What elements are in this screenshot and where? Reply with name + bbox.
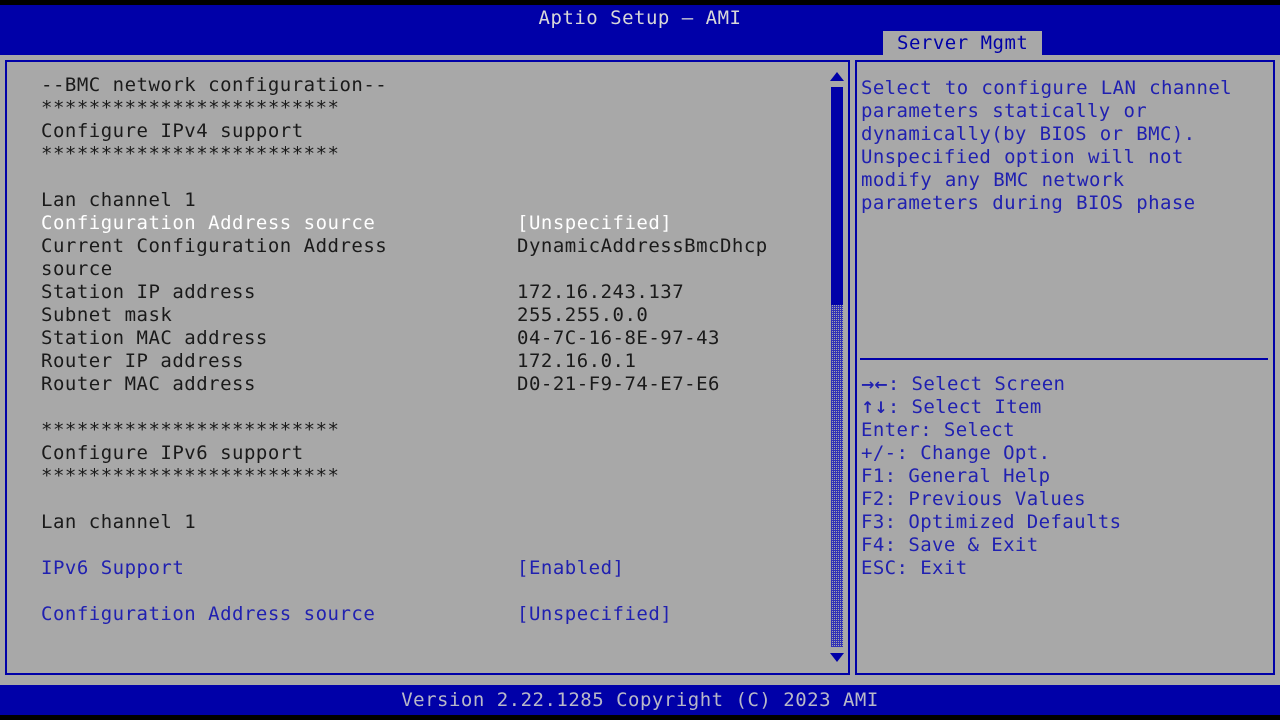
settings-row-label: Configuration Address source	[41, 603, 376, 625]
settings-row: *************************	[41, 465, 831, 488]
settings-row-value: DynamicAddressBmcDhcp	[517, 235, 768, 257]
key-legend-text: Enter: Select	[861, 419, 1015, 441]
settings-row-label: --BMC network configuration--	[41, 74, 388, 96]
settings-row-label: Lan channel 1	[41, 511, 197, 533]
settings-row-label: *************************	[41, 143, 340, 165]
key-legend: →←: Select Screen ↑↓: Select Item Enter: S…	[861, 373, 1261, 580]
settings-row: Station MAC address 04-7C-16-8E-97-43	[41, 327, 831, 350]
settings-row: --BMC network configuration--	[41, 74, 831, 97]
key-legend-text: F4: Save & Exit	[861, 534, 1039, 556]
settings-row-list: --BMC network configuration-- ***********…	[7, 62, 848, 673]
settings-row-value[interactable]: [Enabled]	[517, 557, 624, 580]
settings-row: Configure IPv6 support	[41, 442, 831, 465]
tab-server-mgmt[interactable]: Server Mgmt	[883, 31, 1043, 55]
key-legend-item: ↑↓: Select Item	[861, 396, 1261, 419]
key-legend-item: F2: Previous Values	[861, 488, 1261, 511]
scrollbar-thumb[interactable]	[831, 87, 843, 305]
help-description: Select to configure LAN channel paramete…	[861, 77, 1233, 214]
arrow-keys-icon: ↑↓	[861, 398, 888, 417]
key-legend-item: +/-: Change Opt.	[861, 442, 1261, 465]
settings-row-label: Station MAC address	[41, 327, 268, 349]
settings-row: source	[41, 258, 831, 281]
settings-scrollbar[interactable]	[828, 68, 846, 666]
key-legend-text: ESC: Exit	[861, 557, 968, 579]
app-title: Aptio Setup – AMI	[538, 7, 742, 29]
settings-row-value[interactable]: [Unspecified]	[517, 212, 672, 235]
key-legend-item: F3: Optimized Defaults	[861, 511, 1261, 534]
bios-setup-screen: Aptio Setup – AMI Server Mgmt --BMC netw…	[0, 0, 1280, 720]
settings-row-label: *************************	[41, 419, 340, 441]
scroll-up-arrow-icon[interactable]	[830, 72, 844, 81]
settings-row-label: Configuration Address source	[41, 212, 376, 234]
tab-bar: Server Mgmt	[0, 31, 1280, 55]
settings-row-label: Lan channel 1	[41, 189, 197, 211]
settings-row[interactable]: IPv6 Support [Enabled]	[41, 557, 831, 580]
key-legend-text: F3: Optimized Defaults	[861, 511, 1122, 533]
version-text: Version 2.22.1285 Copyright (C) 2023 AMI	[401, 689, 879, 711]
key-legend-text: F2: Previous Values	[861, 488, 1086, 510]
settings-row-label: Current Configuration Address	[41, 235, 388, 257]
title-bar: Aptio Setup – AMI	[0, 5, 1280, 31]
settings-row-label: Router MAC address	[41, 373, 256, 395]
settings-row-label: Router IP address	[41, 350, 244, 372]
key-legend-item: Enter: Select	[861, 419, 1261, 442]
settings-row-label: Station IP address	[41, 281, 256, 303]
help-panel: Select to configure LAN channel paramete…	[855, 60, 1275, 675]
key-legend-item: →←: Select Screen	[861, 373, 1261, 396]
settings-row-value: 172.16.0.1	[517, 350, 637, 372]
settings-row-value: 255.255.0.0	[517, 304, 649, 326]
key-legend-text: : Select Item	[887, 396, 1042, 418]
bottom-black-strip	[0, 715, 1280, 720]
settings-row-value: D0-21-F9-74-E7-E6	[517, 373, 720, 395]
settings-row: Subnet mask 255.255.0.0	[41, 304, 831, 327]
settings-row: Router MAC address D0-21-F9-74-E7-E6	[41, 373, 831, 396]
key-legend-item: F1: General Help	[861, 465, 1261, 488]
help-divider	[860, 358, 1268, 360]
settings-row-value[interactable]: [Unspecified]	[517, 603, 672, 626]
settings-row: Lan channel 1	[41, 189, 831, 212]
settings-row-value: 172.16.243.137	[517, 281, 685, 303]
footer-bar: Version 2.22.1285 Copyright (C) 2023 AMI	[0, 685, 1280, 715]
settings-row-label: Configure IPv6 support	[41, 442, 304, 464]
settings-row: Station IP address 172.16.243.137	[41, 281, 831, 304]
settings-row-label: *************************	[41, 97, 340, 119]
key-legend-item: F4: Save & Exit	[861, 534, 1261, 557]
settings-row: *************************	[41, 419, 831, 442]
settings-row-label: source	[41, 258, 113, 280]
settings-row: *************************	[41, 143, 831, 166]
settings-row: *************************	[41, 97, 831, 120]
settings-row: Configure IPv4 support	[41, 120, 831, 143]
settings-row: Lan channel 1	[41, 511, 831, 534]
settings-row-value: 04-7C-16-8E-97-43	[517, 327, 720, 349]
settings-row[interactable]: Configuration Address source [Unspecified…	[41, 212, 831, 235]
settings-panel: --BMC network configuration-- ***********…	[5, 60, 850, 675]
settings-row-label: *************************	[41, 465, 340, 487]
settings-row-label: Configure IPv4 support	[41, 120, 304, 142]
settings-row[interactable]: Configuration Address source [Unspecified…	[41, 603, 831, 626]
key-legend-text: F1: General Help	[861, 465, 1051, 487]
key-legend-text: : Select Screen	[887, 373, 1066, 395]
scroll-down-arrow-icon[interactable]	[830, 653, 844, 662]
key-legend-text: +/-: Change Opt.	[861, 442, 1051, 464]
settings-row: Router IP address 172.16.0.1	[41, 350, 831, 373]
key-legend-item: ESC: Exit	[861, 557, 1261, 580]
settings-row: Current Configuration Address DynamicAddr…	[41, 235, 831, 258]
settings-row-label: IPv6 Support	[41, 557, 185, 579]
arrow-keys-icon: →←	[861, 375, 888, 394]
settings-row-label: Subnet mask	[41, 304, 173, 326]
